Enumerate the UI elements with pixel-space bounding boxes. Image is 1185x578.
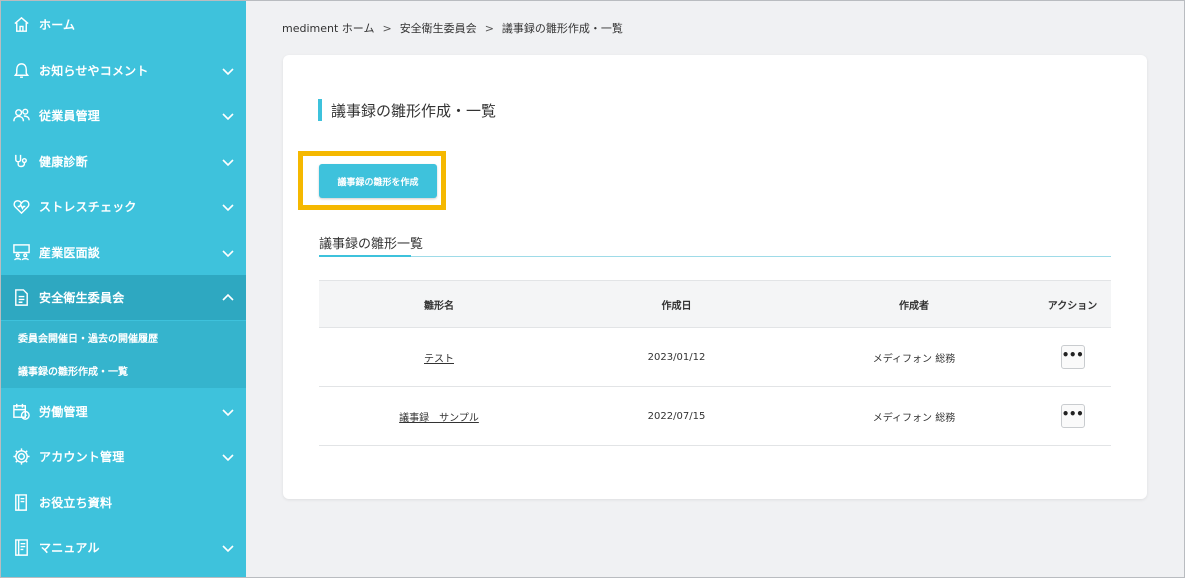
gear-icon <box>11 447 31 467</box>
sidebar-item-notifications[interactable]: お知らせやコメント <box>1 48 246 93</box>
cell-template-name: 議事録 サンプル <box>319 387 559 445</box>
sidebar-item-label: マニュアル <box>39 541 100 555</box>
sidebar-item-label: 産業医面談 <box>39 246 101 260</box>
document-icon <box>11 288 31 308</box>
sidebar-item-account-management[interactable]: アカウント管理 <box>1 434 246 479</box>
sidebar-item-occupational-doctor[interactable]: 産業医面談 <box>1 230 246 275</box>
chevron-down-icon <box>220 404 236 420</box>
chevron-down-icon <box>220 199 236 215</box>
sidebar-item-stress-check[interactable]: ストレスチェック <box>1 184 246 229</box>
chevron-up-icon <box>220 290 236 306</box>
chevron-down-icon <box>220 108 236 124</box>
sidebar-item-label: ホーム <box>39 18 76 32</box>
chevron-down-icon <box>220 154 236 170</box>
breadcrumb-separator: > <box>484 21 494 35</box>
header-action: アクション <box>1047 301 1098 312</box>
sidebar-item-label: ストレスチェック <box>39 200 137 214</box>
sidebar-item-home[interactable]: ホーム <box>1 2 246 47</box>
sidebar-subitem-minutes-templates[interactable]: 議事録の雛形作成・一覧 <box>1 354 246 387</box>
sidebar-item-label: 労働管理 <box>39 405 88 419</box>
home-icon <box>11 15 31 35</box>
table-row: テスト 2023/01/12 メディフォン 総務 ••• <box>319 328 1111 387</box>
content-card: 議事録の雛形作成・一覧 議事録の雛形を作成 議事録の雛形一覧 雛形名 作成日 作… <box>283 55 1147 499</box>
templates-table: 雛形名 作成日 作成者 アクション テスト 2023/01/12 メディフォン … <box>319 280 1111 446</box>
interview-icon <box>11 243 31 263</box>
stethoscope-icon <box>11 152 31 172</box>
calendar-clock-icon <box>11 402 31 422</box>
sidebar-item-label: 従業員管理 <box>39 109 101 123</box>
section-divider-accent <box>319 255 411 257</box>
sidebar-item-label: お知らせやコメント <box>39 64 149 78</box>
table-row: 議事録 サンプル 2022/07/15 メディフォン 総務 ••• <box>319 387 1111 446</box>
template-link[interactable]: テスト <box>424 350 454 365</box>
manual-icon <box>11 538 31 558</box>
more-actions-button[interactable]: ••• <box>1060 345 1085 369</box>
sidebar: ホーム お知らせやコメント 従業員管理 健康診断 ストレスチェック 産業医面談 <box>1 1 246 577</box>
breadcrumb: mediment ホーム > 安全衛生委員会 > 議事録の雛形作成・一覧 <box>282 20 623 36</box>
more-actions-button[interactable]: ••• <box>1060 404 1085 428</box>
cell-template-name: テスト <box>319 328 559 386</box>
sidebar-item-useful-materials[interactable]: お役立ち資料 <box>1 480 246 525</box>
cell-author: メディフォン 総務 <box>872 353 956 365</box>
cell-action: ••• <box>1034 328 1111 386</box>
header-author: 作成者 <box>899 301 929 312</box>
title-accent-bar <box>318 99 322 121</box>
sidebar-item-label: お役立ち資料 <box>39 496 113 510</box>
heart-icon <box>11 197 31 217</box>
bell-icon <box>11 61 31 81</box>
chevron-down-icon <box>220 540 236 556</box>
sidebar-item-labor-management[interactable]: 労働管理 <box>1 389 246 434</box>
section-divider <box>319 256 1111 257</box>
sidebar-item-employees[interactable]: 従業員管理 <box>1 93 246 138</box>
cell-action: ••• <box>1034 387 1111 445</box>
header-template-name: 雛形名 <box>424 301 454 312</box>
chevron-down-icon <box>220 63 236 79</box>
book-icon <box>11 493 31 513</box>
sidebar-item-safety-committee[interactable]: 安全衛生委員会 <box>1 275 246 320</box>
template-link[interactable]: 議事録 サンプル <box>399 409 479 424</box>
sidebar-item-label: 安全衛生委員会 <box>39 291 125 305</box>
sidebar-subitem-committee-dates[interactable]: 委員会開催日・過去の開催履歴 <box>1 321 246 354</box>
breadcrumb-committee-link[interactable]: 安全衛生委員会 <box>400 20 477 36</box>
breadcrumb-current: 議事録の雛形作成・一覧 <box>501 22 623 35</box>
users-icon <box>11 106 31 126</box>
cell-created-date: 2022/07/15 <box>647 410 706 422</box>
sidebar-item-manual[interactable]: マニュアル <box>1 525 246 570</box>
sidebar-submenu: 委員会開催日・過去の開催履歴 議事録の雛形作成・一覧 <box>1 321 246 388</box>
page-title-text: 議事録の雛形作成・一覧 <box>331 101 497 120</box>
sidebar-item-health-check[interactable]: 健康診断 <box>1 139 246 184</box>
chevron-down-icon <box>220 449 236 465</box>
cell-created-date: 2023/01/12 <box>647 351 706 363</box>
page-title: 議事録の雛形作成・一覧 <box>318 99 496 121</box>
section-title: 議事録の雛形一覧 <box>319 237 424 252</box>
chevron-down-icon <box>220 245 236 261</box>
create-template-button[interactable]: 議事録の雛形を作成 <box>319 164 437 198</box>
sidebar-item-label: アカウント管理 <box>39 450 125 464</box>
breadcrumb-separator: > <box>382 21 392 35</box>
breadcrumb-home-link[interactable]: mediment ホーム <box>282 20 374 36</box>
table-header: 雛形名 作成日 作成者 アクション <box>319 280 1111 328</box>
sidebar-item-label: 健康診断 <box>39 155 88 169</box>
cell-author: メディフォン 総務 <box>872 412 956 424</box>
header-created-date: 作成日 <box>661 301 692 312</box>
